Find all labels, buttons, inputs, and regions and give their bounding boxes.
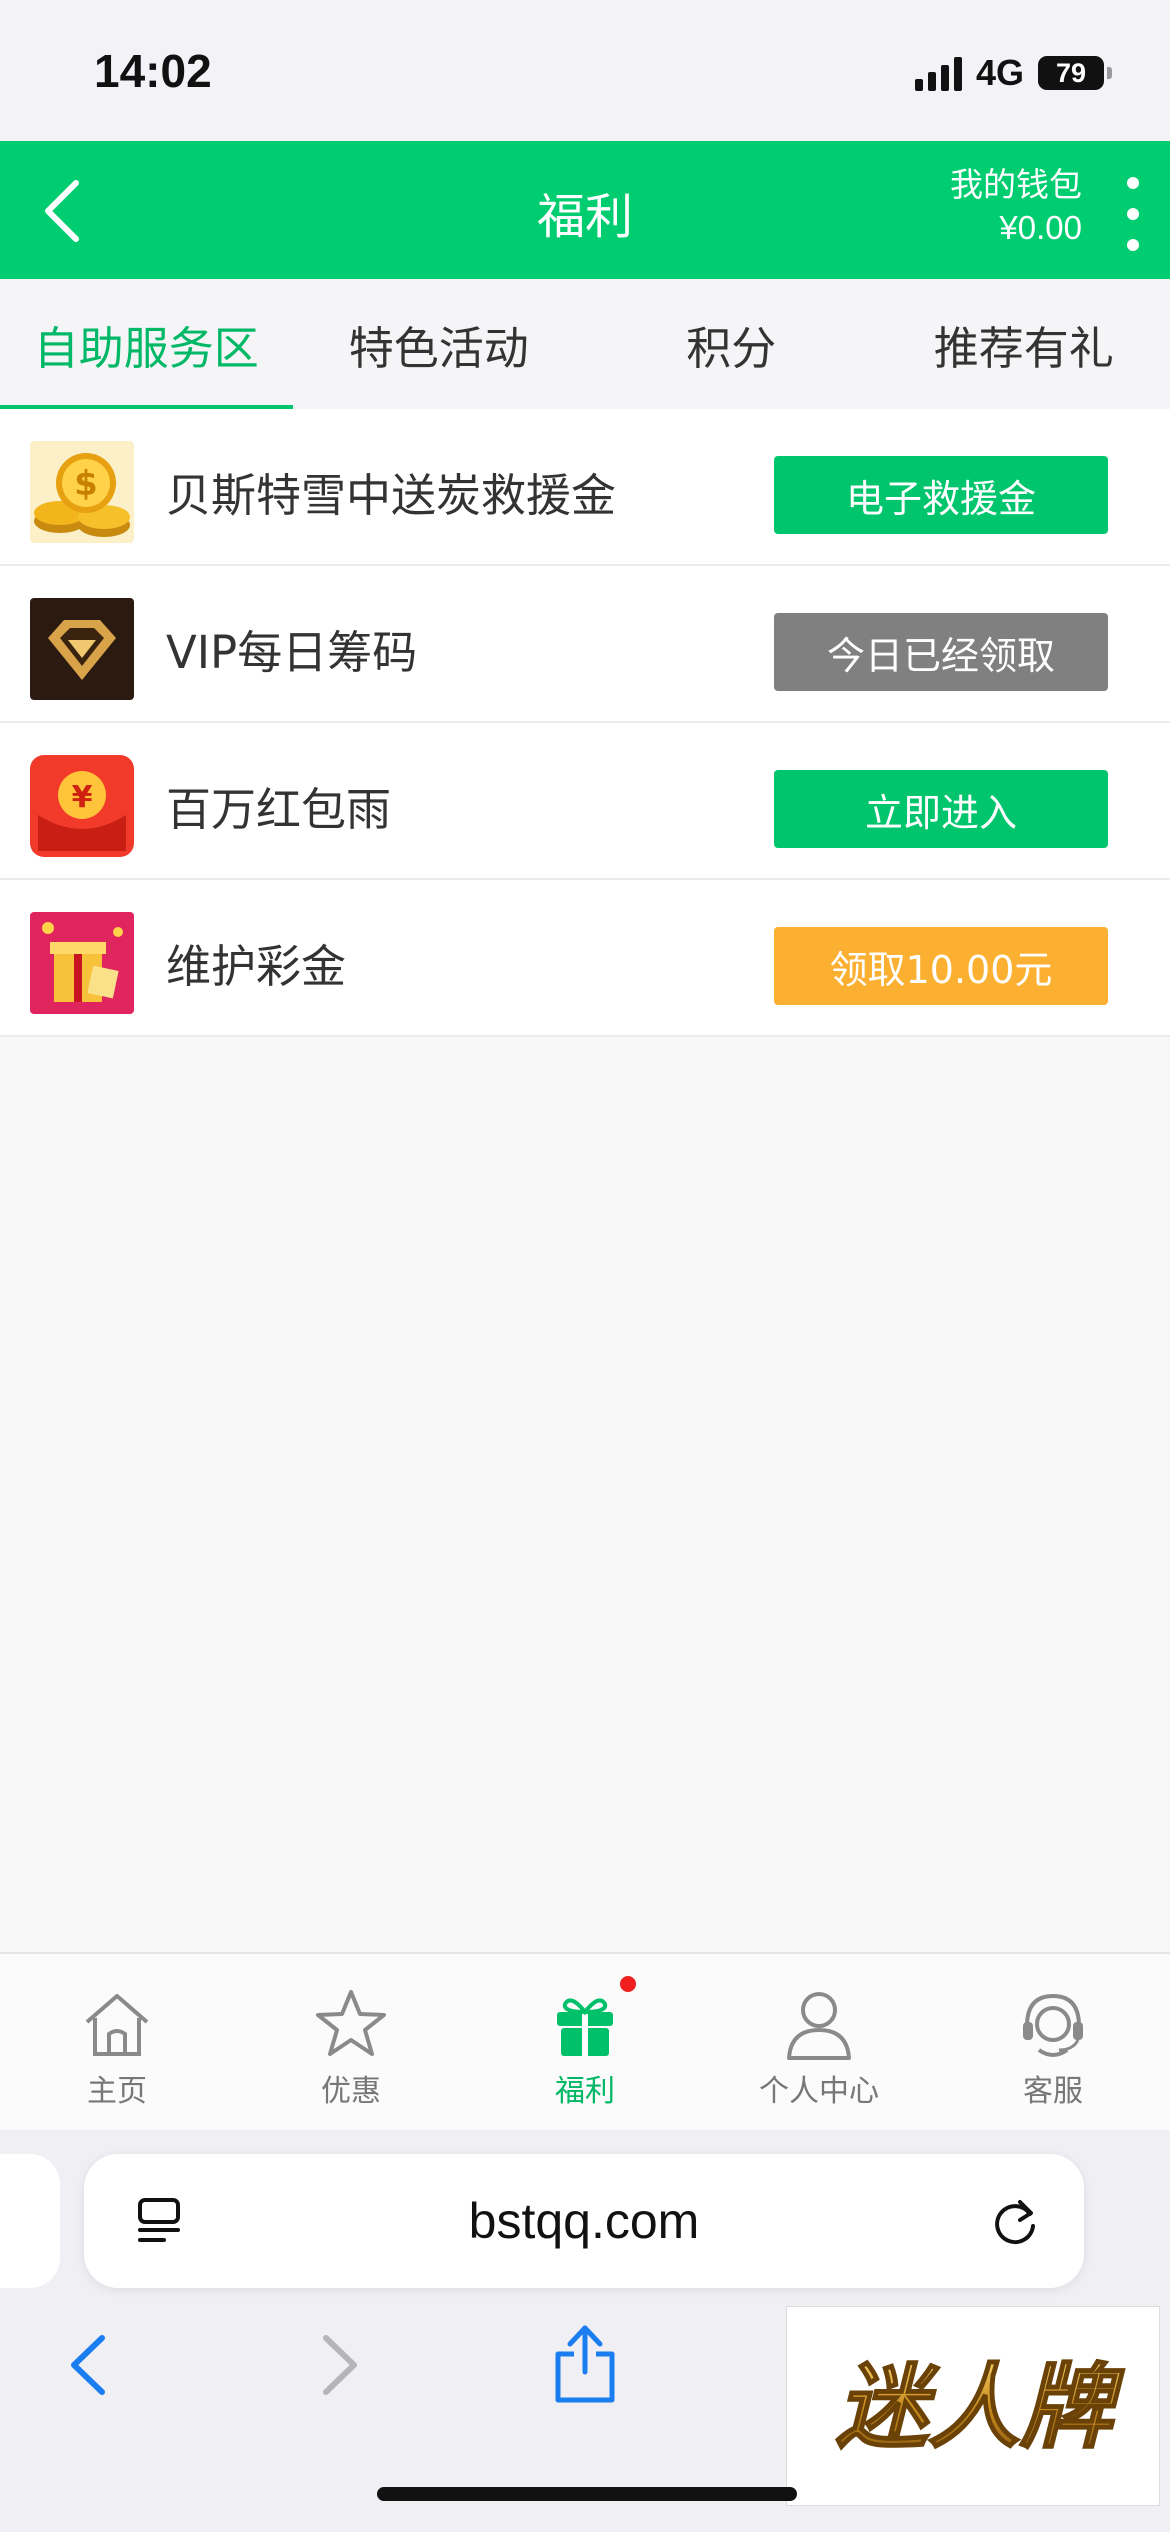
wallet-amount: ¥0.00 bbox=[999, 209, 1082, 246]
more-dots-icon bbox=[1127, 177, 1139, 189]
nav-profile[interactable]: 个人中心 bbox=[702, 1954, 936, 2130]
item-label: 维护彩金 bbox=[166, 940, 347, 993]
svg-text:¥: ¥ bbox=[72, 780, 93, 815]
nav-welfare[interactable]: 福利 bbox=[468, 1954, 702, 2130]
list-item: 维护彩金 领取10.00元 bbox=[0, 880, 1170, 1037]
tab-points[interactable]: 积分 bbox=[585, 279, 878, 409]
home-icon bbox=[85, 1994, 149, 2056]
app-header: 福利 我的钱包 ¥0.00 bbox=[0, 141, 1170, 279]
wallet-label: 我的钱包 bbox=[950, 165, 1082, 204]
user-icon bbox=[787, 1992, 851, 2060]
watermark-text: 迷人牌 bbox=[836, 2354, 1125, 2461]
item-label: VIP每日筹码 bbox=[166, 626, 418, 679]
nav-label: 福利 bbox=[555, 2074, 615, 2109]
claimed-today-button[interactable]: 今日已经领取 bbox=[774, 613, 1108, 691]
home-indicator bbox=[377, 2487, 797, 2501]
browser-forward-icon[interactable] bbox=[310, 2330, 370, 2400]
signal-icon bbox=[914, 55, 962, 91]
share-icon[interactable] bbox=[550, 2318, 620, 2408]
status-bar: 14:02 4G 79 bbox=[0, 0, 1170, 141]
tab-featured-events[interactable]: 特色活动 bbox=[293, 279, 586, 409]
nav-label: 主页 bbox=[87, 2074, 147, 2109]
notification-dot bbox=[620, 1976, 636, 1992]
reload-icon[interactable] bbox=[986, 2192, 1044, 2250]
item-label: 贝斯特雪中送炭救援金 bbox=[166, 469, 617, 522]
tab-self-service[interactable]: 自助服务区 bbox=[0, 279, 293, 409]
gold-coins-icon: $ bbox=[30, 441, 134, 543]
nav-label: 客服 bbox=[1023, 2074, 1083, 2109]
list-item: $ 贝斯特雪中送炭救援金 电子救援金 bbox=[0, 409, 1170, 566]
previous-tab-preview[interactable] bbox=[0, 2154, 60, 2288]
url-text: bstqq.com bbox=[468, 2193, 700, 2249]
bottom-nav: 主页 优惠 福利 个人中心 客服 bbox=[0, 1952, 1170, 2130]
watermark-logo: 迷人牌 bbox=[786, 2306, 1160, 2506]
vip-diamond-icon bbox=[30, 598, 134, 700]
nav-label: 优惠 bbox=[321, 2074, 381, 2109]
status-indicators: 4G 79 bbox=[914, 52, 1112, 94]
battery-icon: 79 bbox=[1038, 56, 1112, 90]
star-icon bbox=[316, 1990, 386, 2056]
rescue-fund-button[interactable]: 电子救援金 bbox=[774, 456, 1108, 534]
enter-now-button[interactable]: 立即进入 bbox=[774, 770, 1108, 848]
browser-back-icon[interactable] bbox=[58, 2330, 118, 2400]
red-envelope-icon: ¥ bbox=[30, 755, 134, 857]
battery-level: 79 bbox=[1038, 56, 1104, 90]
url-bar[interactable]: bstqq.com bbox=[84, 2154, 1084, 2288]
claim-bonus-button[interactable]: 领取10.00元 bbox=[774, 927, 1108, 1005]
nav-promotions[interactable]: 优惠 bbox=[234, 1954, 468, 2130]
tab-referral[interactable]: 推荐有礼 bbox=[878, 279, 1170, 409]
headset-icon bbox=[1023, 1993, 1083, 2057]
nav-customer-service[interactable]: 客服 bbox=[936, 1954, 1170, 2130]
gift-box-icon bbox=[30, 912, 134, 1014]
nav-label: 个人中心 bbox=[759, 2074, 879, 2109]
gift-icon bbox=[557, 1998, 613, 2056]
nav-home[interactable]: 主页 bbox=[0, 1954, 234, 2130]
status-time: 14:02 bbox=[94, 45, 212, 97]
list-item: VIP每日筹码 今日已经领取 bbox=[0, 566, 1170, 723]
network-type: 4G bbox=[975, 52, 1024, 93]
svg-text:$: $ bbox=[74, 464, 98, 504]
more-menu-button[interactable] bbox=[1120, 177, 1146, 251]
tab-bar: 自助服务区 特色活动 积分 推荐有礼 bbox=[0, 279, 1170, 409]
item-label: 百万红包雨 bbox=[166, 783, 392, 836]
wallet-summary[interactable]: 我的钱包 ¥0.00 bbox=[950, 163, 1082, 249]
list-item: ¥ 百万红包雨 立即进入 bbox=[0, 723, 1170, 880]
welfare-list: $ 贝斯特雪中送炭救援金 电子救援金 VIP每日筹码 今日已经领取 ¥ 百万红包… bbox=[0, 409, 1170, 1037]
